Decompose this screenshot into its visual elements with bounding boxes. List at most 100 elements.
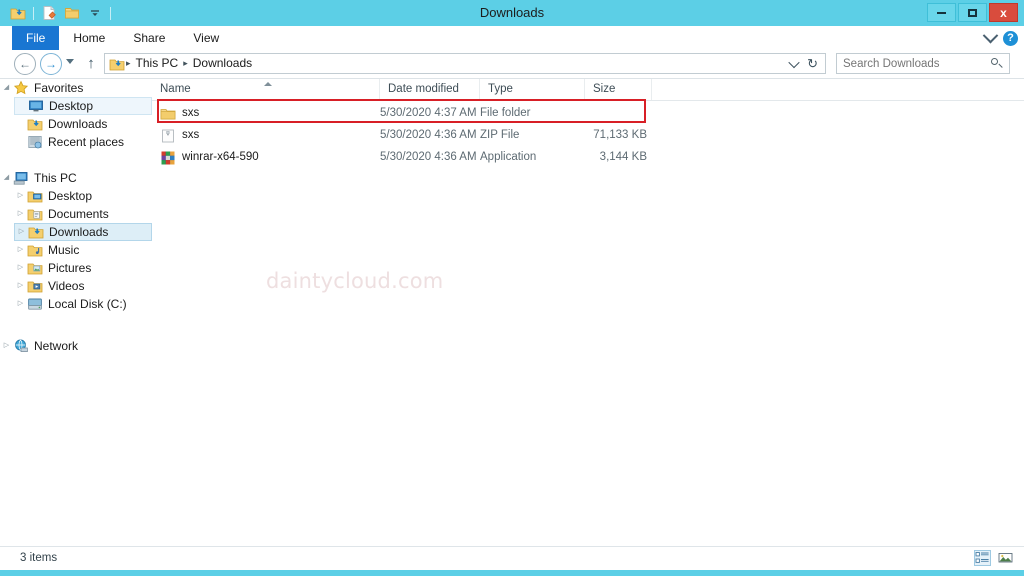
column-header-date-modified[interactable]: Date modified (380, 79, 480, 100)
search-box[interactable] (836, 53, 1010, 74)
file-date-cell: 5/30/2020 4:37 AM (380, 107, 477, 119)
sidebar-group-label-network: Network (34, 339, 79, 353)
winrar-app-icon (160, 150, 176, 166)
expand-arrow-icon[interactable]: ◢ (0, 80, 13, 96)
tab-share[interactable]: Share (119, 26, 179, 50)
address-bar[interactable]: ▸ This PC ▸ Downloads ↻ (104, 53, 826, 74)
address-bar-row: ← → ↑ ▸ This PC ▸ Downloads ↻ (0, 50, 1024, 78)
recent-locations-icon[interactable] (66, 59, 74, 64)
sidebar-item-local-disk-c[interactable]: ▷ Local Disk (C:) (14, 295, 152, 313)
ribbon-tabs: File Home Share View (12, 26, 233, 50)
expand-arrow-icon[interactable]: ▷ (14, 278, 27, 294)
up-button[interactable]: ↑ (82, 55, 100, 73)
ribbon-tab-strip: File Home Share View ? (0, 26, 1024, 50)
pictures-folder-icon (27, 260, 43, 276)
new-folder-icon[interactable] (62, 3, 82, 23)
tab-file[interactable]: File (12, 26, 60, 50)
file-name-cell[interactable]: winrar-x64-590 (160, 148, 375, 167)
expand-arrow-icon[interactable]: ▷ (14, 260, 27, 276)
table-row[interactable]: sxs 5/30/2020 4:36 AM ZIP File 71,133 KB (152, 126, 1024, 145)
sidebar-item-pictures[interactable]: ▷ Pictures (14, 259, 152, 277)
sidebar-group-label-favorites: Favorites (34, 81, 84, 95)
close-button[interactable]: x (989, 3, 1018, 22)
recent-places-icon (27, 134, 43, 150)
folder-icon (160, 106, 176, 122)
help-icon[interactable]: ? (1003, 30, 1018, 46)
view-mode-buttons (974, 550, 1014, 566)
file-size-cell (585, 104, 647, 123)
forward-button[interactable]: → (40, 53, 62, 75)
column-header-type[interactable]: Type (480, 79, 585, 100)
chevron-down-icon[interactable] (982, 27, 999, 43)
breadcrumb-this-pc[interactable]: This PC (132, 54, 183, 73)
column-header-size[interactable]: Size (585, 79, 652, 100)
sidebar-item-videos[interactable]: ▷ Videos (14, 277, 152, 295)
sidebar-item-label: Downloads (48, 117, 108, 131)
sort-ascending-icon (264, 82, 272, 86)
refresh-icon[interactable]: ↻ (807, 57, 818, 70)
zip-file-icon (160, 128, 176, 144)
sidebar-item-music[interactable]: ▷ Music (14, 241, 152, 259)
window-title: Downloads (479, 5, 545, 20)
properties-icon[interactable] (39, 3, 59, 23)
sidebar-item-downloads-fav[interactable]: Downloads (14, 115, 152, 133)
column-label-size: Size (593, 83, 616, 95)
navigation-pane: ◢ Favorites Desktop Downloads Recent pla… (0, 79, 152, 547)
column-label-date: Date modified (388, 83, 459, 95)
file-list-view: Name Date modified Type Size sxs 5/30/20… (152, 79, 1024, 547)
breadcrumb-downloads[interactable]: Downloads (189, 54, 256, 73)
expand-arrow-icon[interactable]: ▷ (15, 224, 28, 240)
downloads-icon (27, 116, 43, 132)
expand-arrow-icon[interactable]: ▷ (14, 242, 27, 258)
item-count-label: 3 items (20, 552, 58, 564)
expand-arrow-icon[interactable]: ▷ (0, 338, 13, 354)
file-type-cell: Application (480, 151, 537, 163)
quick-access-toolbar (8, 2, 113, 24)
sidebar-item-recent-places[interactable]: Recent places (14, 133, 152, 151)
column-headers: Name Date modified Type Size (152, 79, 1024, 101)
expand-arrow-icon[interactable]: ▷ (14, 296, 27, 312)
file-name-label: winrar-x64-590 (182, 151, 259, 163)
sidebar-group-favorites[interactable]: ◢ Favorites (0, 79, 152, 97)
sidebar-group-network[interactable]: ▷ Network (0, 337, 152, 355)
file-name-label: sxs (182, 129, 200, 141)
search-input[interactable] (837, 54, 985, 73)
toolbar-separator (33, 6, 34, 20)
table-row[interactable]: sxs 5/30/2020 4:37 AM File folder (152, 104, 1024, 123)
maximize-button[interactable] (958, 3, 987, 22)
sidebar-item-label: Desktop (49, 99, 94, 113)
file-name-cell[interactable]: sxs (160, 126, 375, 145)
tab-view[interactable]: View (179, 26, 233, 50)
file-size-cell: 3,144 KB (599, 151, 647, 163)
file-name-label: sxs (182, 107, 200, 119)
explorer-content: ◢ Favorites Desktop Downloads Recent pla… (0, 78, 1024, 547)
downloads-folder-icon[interactable] (8, 3, 28, 23)
expand-arrow-icon[interactable]: ▷ (14, 188, 27, 204)
table-row[interactable]: winrar-x64-590 5/30/2020 4:36 AM Applica… (152, 148, 1024, 167)
toolbar-separator-2 (110, 6, 111, 20)
column-header-name[interactable]: Name (152, 79, 380, 100)
large-icons-view-button[interactable] (997, 550, 1014, 566)
back-button[interactable]: ← (14, 53, 36, 75)
tab-home[interactable]: Home (59, 26, 119, 50)
address-bar-actions: ↻ (788, 56, 825, 70)
sidebar-item-desktop-pc[interactable]: ▷ Desktop (14, 187, 152, 205)
sidebar-item-desktop-fav[interactable]: Desktop (14, 97, 152, 115)
customize-dropdown-icon[interactable] (85, 3, 105, 23)
minimize-icon (937, 11, 946, 14)
sidebar-item-label: Pictures (48, 261, 92, 275)
network-icon (13, 338, 29, 354)
expand-arrow-icon[interactable]: ▷ (14, 206, 27, 222)
sidebar-item-label: Downloads (49, 225, 109, 239)
sidebar-item-documents[interactable]: ▷ Documents (14, 205, 152, 223)
title-bar: Downloads x (0, 0, 1024, 26)
expand-arrow-icon[interactable]: ◢ (0, 170, 13, 186)
sidebar-group-this-pc[interactable]: ◢ This PC (0, 169, 152, 187)
details-view-button[interactable] (974, 550, 991, 566)
sidebar-group-label-this-pc: This PC (34, 171, 77, 185)
file-name-cell[interactable]: sxs (160, 104, 375, 123)
close-icon: x (1000, 5, 1007, 20)
previous-locations-icon[interactable] (788, 56, 800, 68)
sidebar-item-downloads-pc[interactable]: ▷ Downloads (14, 223, 152, 241)
minimize-button[interactable] (927, 3, 956, 22)
